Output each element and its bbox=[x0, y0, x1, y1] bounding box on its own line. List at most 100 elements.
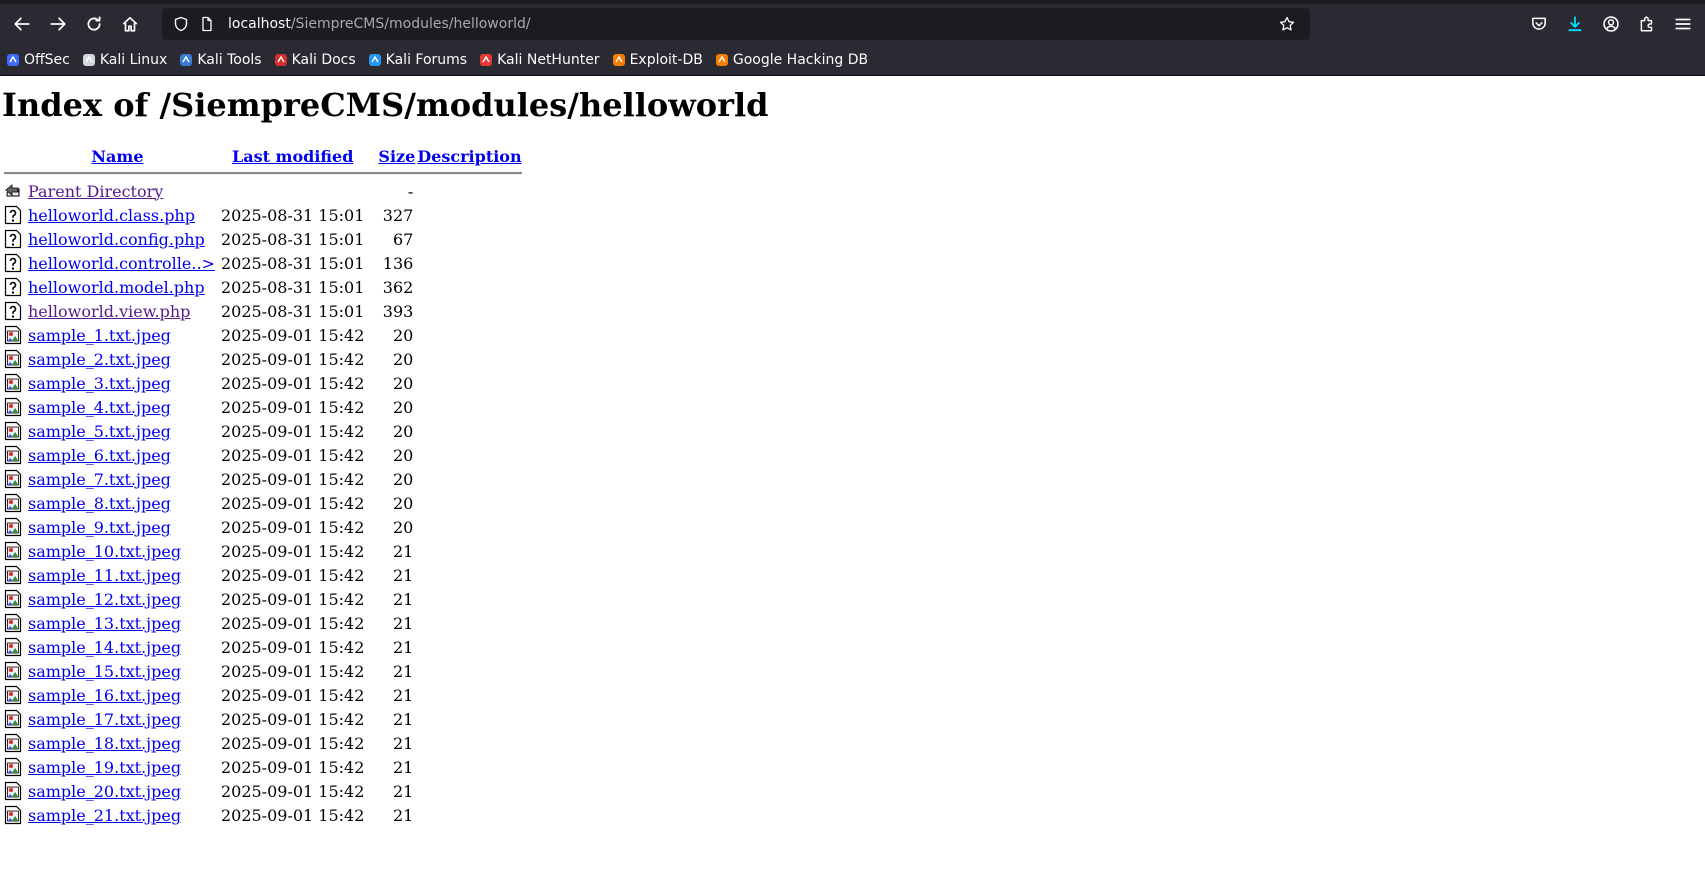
header-icon-cell bbox=[4, 147, 24, 166]
row-modified-cell bbox=[219, 180, 366, 202]
row-icon-cell bbox=[4, 540, 24, 562]
row-name-cell: helloworld.model.php bbox=[26, 276, 217, 298]
arrow-right-icon bbox=[50, 17, 66, 31]
file-link[interactable]: sample_5.txt.jpeg bbox=[28, 422, 171, 441]
row-size-cell: 21 bbox=[392, 757, 414, 777]
bookmark-star-icon[interactable] bbox=[1276, 13, 1298, 35]
bookmark-item[interactable]: Kali Docs bbox=[274, 52, 356, 68]
url-bar[interactable]: localhost/SiempreCMS/modules/helloworld/ bbox=[162, 8, 1310, 40]
sort-by-description-link[interactable]: Description bbox=[417, 147, 521, 166]
nethunter-icon bbox=[480, 53, 493, 66]
sort-by-size-link[interactable]: Size bbox=[378, 147, 415, 166]
pocket-button[interactable] bbox=[1523, 8, 1555, 40]
row-icon-cell bbox=[4, 420, 24, 442]
file-link[interactable]: sample_7.txt.jpeg bbox=[28, 470, 171, 489]
file-link[interactable]: helloworld.class.php bbox=[28, 206, 195, 225]
exploitdb-icon bbox=[612, 53, 625, 66]
row-name-cell: helloworld.class.php bbox=[26, 204, 217, 226]
file-link[interactable]: sample_16.txt.jpeg bbox=[28, 686, 181, 705]
file-link[interactable]: sample_1.txt.jpeg bbox=[28, 326, 171, 345]
page-info-icon[interactable] bbox=[196, 13, 218, 35]
row-size-cell: 20 bbox=[392, 421, 414, 441]
row-icon-cell bbox=[4, 252, 24, 274]
bookmark-item[interactable]: Exploit-DB bbox=[612, 52, 703, 68]
home-button[interactable] bbox=[114, 8, 146, 40]
shield-icon[interactable] bbox=[170, 13, 192, 35]
bookmark-item[interactable]: Google Hacking DB bbox=[715, 52, 868, 68]
row-modified-cell: 2025-09-01 15:42 bbox=[220, 541, 365, 561]
bookmark-item[interactable]: Kali Forums bbox=[368, 52, 467, 68]
bookmark-item[interactable]: Kali Tools bbox=[179, 52, 262, 68]
file-link[interactable]: helloworld.view.php bbox=[28, 302, 190, 321]
row-description-cell bbox=[417, 204, 521, 226]
forward-button[interactable] bbox=[42, 8, 74, 40]
file-link[interactable]: sample_13.txt.jpeg bbox=[28, 614, 181, 633]
file-link[interactable]: Parent Directory bbox=[28, 182, 163, 201]
row-description-cell bbox=[417, 780, 521, 802]
row-size-cell: 21 bbox=[392, 805, 414, 825]
file-link[interactable]: helloworld.model.php bbox=[28, 278, 205, 297]
row-name-cell: helloworld.view.php bbox=[26, 300, 217, 322]
file-link[interactable]: helloworld.controlle..> bbox=[28, 254, 215, 273]
file-row: sample_5.txt.jpeg 2025-09-01 15:42 20 bbox=[4, 420, 522, 442]
row-description-cell bbox=[417, 492, 521, 514]
file-link[interactable]: sample_14.txt.jpeg bbox=[28, 638, 181, 657]
extensions-button[interactable] bbox=[1631, 8, 1663, 40]
sort-by-name-link[interactable]: Name bbox=[91, 147, 143, 166]
row-icon-cell bbox=[4, 612, 24, 634]
row-description-cell bbox=[417, 276, 521, 298]
file-link[interactable]: sample_8.txt.jpeg bbox=[28, 494, 171, 513]
header-size: Size bbox=[368, 147, 415, 166]
file-link[interactable]: sample_11.txt.jpeg bbox=[28, 566, 181, 585]
row-name-cell: sample_11.txt.jpeg bbox=[26, 564, 217, 586]
unknown-file-icon bbox=[4, 229, 24, 249]
file-link[interactable]: helloworld.config.php bbox=[28, 230, 205, 249]
file-link[interactable]: sample_20.txt.jpeg bbox=[28, 782, 181, 801]
file-link[interactable]: sample_21.txt.jpeg bbox=[28, 806, 181, 825]
bookmark-item[interactable]: Kali Linux bbox=[82, 52, 167, 68]
row-name-cell: sample_2.txt.jpeg bbox=[26, 348, 217, 370]
file-row: helloworld.class.php 2025-08-31 15:01 327 bbox=[4, 204, 522, 226]
file-link[interactable]: sample_9.txt.jpeg bbox=[28, 518, 171, 537]
bookmark-item[interactable]: OffSec bbox=[6, 52, 70, 68]
downloads-button[interactable] bbox=[1559, 8, 1591, 40]
file-link[interactable]: sample_17.txt.jpeg bbox=[28, 710, 181, 729]
navigation-toolbar: localhost/SiempreCMS/modules/helloworld/ bbox=[0, 4, 1705, 44]
row-size-cell: 20 bbox=[392, 493, 414, 513]
bookmark-item[interactable]: Kali NetHunter bbox=[479, 52, 600, 68]
file-link[interactable]: sample_10.txt.jpeg bbox=[28, 542, 181, 561]
file-link[interactable]: sample_2.txt.jpeg bbox=[28, 350, 171, 369]
pocket-icon bbox=[1532, 17, 1546, 30]
row-name-cell: sample_21.txt.jpeg bbox=[26, 804, 217, 826]
unknown-file-icon bbox=[4, 253, 24, 273]
row-name-cell: helloworld.config.php bbox=[26, 228, 217, 250]
row-description-cell bbox=[417, 612, 521, 634]
file-link[interactable]: sample_15.txt.jpeg bbox=[28, 662, 181, 681]
file-link[interactable]: sample_6.txt.jpeg bbox=[28, 446, 171, 465]
row-icon-cell bbox=[4, 684, 24, 706]
row-name-cell: sample_13.txt.jpeg bbox=[26, 612, 217, 634]
file-link[interactable]: sample_3.txt.jpeg bbox=[28, 374, 171, 393]
hamburger-menu-icon bbox=[1675, 18, 1691, 30]
row-icon-cell bbox=[4, 348, 24, 370]
row-modified-cell: 2025-09-01 15:42 bbox=[220, 445, 365, 465]
file-link[interactable]: sample_18.txt.jpeg bbox=[28, 734, 181, 753]
back-button[interactable] bbox=[6, 8, 38, 40]
row-modified-cell: 2025-09-01 15:42 bbox=[220, 349, 365, 369]
row-size-cell: 20 bbox=[392, 373, 414, 393]
file-row: sample_3.txt.jpeg 2025-09-01 15:42 20 bbox=[4, 372, 522, 394]
file-row: helloworld.controlle..> 2025-08-31 15:01 1… bbox=[4, 252, 522, 274]
row-size-cell: - bbox=[407, 181, 414, 201]
menu-button[interactable] bbox=[1667, 8, 1699, 40]
file-link[interactable]: sample_19.txt.jpeg bbox=[28, 758, 181, 777]
reload-button[interactable] bbox=[78, 8, 110, 40]
file-link[interactable]: sample_4.txt.jpeg bbox=[28, 398, 171, 417]
row-description-cell bbox=[417, 372, 521, 394]
file-link[interactable]: sample_12.txt.jpeg bbox=[28, 590, 181, 609]
row-icon-cell bbox=[4, 444, 24, 466]
url-text[interactable]: localhost/SiempreCMS/modules/helloworld/ bbox=[222, 16, 1276, 32]
bookmark-label: Kali Forums bbox=[385, 51, 468, 68]
sort-by-modified-link[interactable]: Last modified bbox=[232, 147, 353, 166]
row-modified-cell: 2025-09-01 15:42 bbox=[220, 685, 365, 705]
account-button[interactable] bbox=[1595, 8, 1627, 40]
